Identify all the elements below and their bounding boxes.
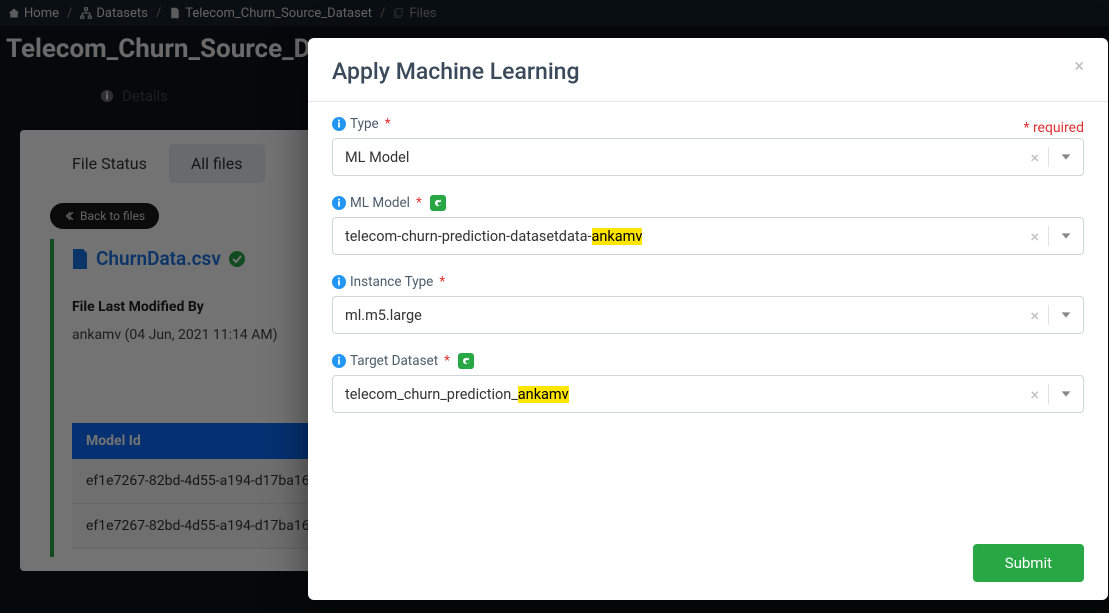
- required-asterisk: *: [444, 353, 450, 369]
- clear-icon[interactable]: ×: [1030, 306, 1039, 325]
- target-dataset-select[interactable]: telecom_churn_prediction_ankamv ×: [332, 375, 1084, 413]
- chevron-down-icon[interactable]: [1059, 150, 1073, 168]
- instance-type-label: Instance Type *: [332, 274, 1084, 290]
- clear-icon[interactable]: ×: [1030, 385, 1039, 404]
- instance-type-select[interactable]: ml.m5.large ×: [332, 296, 1084, 334]
- instance-type-select-value: ml.m5.large: [345, 307, 422, 324]
- clear-icon[interactable]: ×: [1030, 148, 1039, 167]
- close-icon[interactable]: ×: [1074, 58, 1084, 76]
- clear-icon[interactable]: ×: [1030, 227, 1039, 246]
- select-divider: [1048, 226, 1049, 246]
- target-dataset-label-text: Target Dataset: [350, 353, 438, 369]
- chevron-down-icon[interactable]: [1059, 229, 1073, 247]
- info-icon: [332, 354, 346, 368]
- required-asterisk: *: [416, 195, 422, 211]
- refresh-button[interactable]: [458, 353, 474, 369]
- chevron-down-icon[interactable]: [1059, 308, 1073, 326]
- refresh-icon: [461, 356, 471, 366]
- info-icon: [332, 275, 346, 289]
- required-asterisk: *: [385, 116, 391, 132]
- ml-model-select-value: telecom-churn-prediction-datasetdata-ank…: [345, 228, 642, 245]
- ml-model-select[interactable]: telecom-churn-prediction-datasetdata-ank…: [332, 217, 1084, 255]
- select-divider: [1048, 305, 1049, 325]
- info-icon: [332, 196, 346, 210]
- required-asterisk: *: [439, 274, 445, 290]
- apply-ml-modal: Apply Machine Learning × * required Type…: [308, 38, 1108, 600]
- instance-type-label-text: Instance Type: [350, 274, 433, 290]
- info-icon: [332, 117, 346, 131]
- submit-button[interactable]: Submit: [973, 544, 1084, 582]
- type-label: Type *: [332, 116, 1084, 132]
- type-select-value: ML Model: [345, 149, 409, 166]
- required-note: * required: [1023, 120, 1084, 136]
- type-select[interactable]: ML Model ×: [332, 138, 1084, 176]
- type-label-text: Type: [350, 116, 379, 132]
- refresh-button[interactable]: [430, 195, 446, 211]
- modal-title: Apply Machine Learning: [332, 58, 580, 85]
- chevron-down-icon[interactable]: [1059, 387, 1073, 405]
- select-divider: [1048, 384, 1049, 404]
- target-dataset-label: Target Dataset *: [332, 353, 1084, 369]
- target-dataset-select-value: telecom_churn_prediction_ankamv: [345, 386, 569, 403]
- ml-model-label-text: ML Model: [350, 195, 410, 211]
- select-divider: [1048, 147, 1049, 167]
- ml-model-label: ML Model *: [332, 195, 1084, 211]
- refresh-icon: [433, 198, 443, 208]
